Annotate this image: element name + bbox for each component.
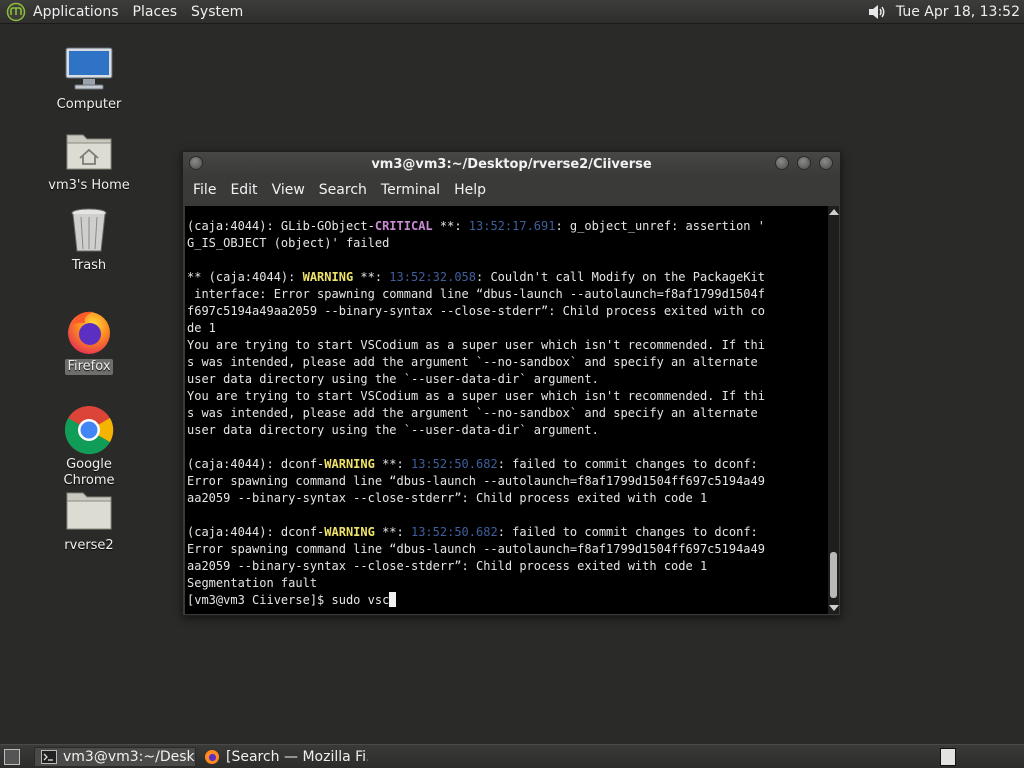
terminal-line: s was intended, please add the argument …: [187, 406, 758, 420]
minimize-button[interactable]: [775, 156, 789, 170]
close-button[interactable]: [819, 156, 833, 170]
terminal-line: de 1: [187, 321, 216, 335]
terminal-line: Error spawning command line “dbus-launch…: [187, 474, 765, 488]
menu-search[interactable]: Search: [313, 182, 375, 198]
mate-logo-icon[interactable]: [6, 2, 26, 22]
chrome-icon: [63, 404, 115, 456]
terminal-line: aa2059 --binary-syntax --close-stderr”: …: [187, 491, 708, 505]
terminal-line: G_IS_OBJECT (object)' failed: [187, 236, 390, 250]
computer-icon: [63, 44, 115, 96]
terminal-line: You are trying to start VSCodium as a su…: [187, 389, 765, 403]
terminal-line: user data directory using the `--user-da…: [187, 372, 599, 386]
desktop-icon-label: Computer: [56, 97, 122, 112]
volume-icon[interactable]: [866, 1, 888, 23]
desktop-icon-label: rverse2: [64, 538, 114, 553]
menu-edit[interactable]: Edit: [224, 182, 265, 198]
clock[interactable]: Tue Apr 18, 13:52: [896, 4, 1020, 20]
taskbar-item-firefox[interactable]: [Search — Mozilla Fi…: [198, 747, 368, 767]
menu-help[interactable]: Help: [448, 182, 494, 198]
terminal-line: aa2059 --binary-syntax --close-stderr”: …: [187, 559, 708, 573]
workspace-switcher[interactable]: [940, 747, 956, 766]
firefox-icon: [204, 749, 220, 765]
taskbar-item-label: [Search — Mozilla Fi…: [226, 748, 368, 765]
menu-view[interactable]: View: [266, 182, 313, 198]
terminal-line: (caja:4044): dconf-WARNING **: 13:52:50.…: [187, 525, 758, 539]
terminal-text: (caja:4044): GLib-GObject-CRITICAL **: 1…: [185, 206, 828, 609]
terminal-line: Error spawning command line “dbus-launch…: [187, 542, 765, 556]
terminal-line: user data directory using the `--user-da…: [187, 423, 599, 437]
desktop-icon-computer[interactable]: Computer: [39, 44, 139, 113]
terminal-line: (caja:4044): dconf-WARNING **: 13:52:50.…: [187, 457, 758, 471]
taskbar-item-terminal[interactable]: vm3@vm3:~/Deskt…: [34, 746, 196, 767]
terminal-line: interface: Error spawning command line “…: [187, 287, 765, 301]
scroll-up-arrow-icon[interactable]: [829, 209, 839, 215]
terminal-menubar: File Edit View Search Terminal Help: [183, 176, 840, 204]
terminal-icon: [41, 749, 57, 765]
terminal-cursor: [389, 592, 397, 607]
show-desktop-icon[interactable]: [4, 748, 20, 765]
desktop-icon-home[interactable]: vm3's Home: [39, 125, 139, 194]
scroll-down-arrow-icon[interactable]: [829, 605, 839, 611]
desktop-icon-rverse2[interactable]: rverse2: [39, 485, 139, 554]
terminal-line: ** (caja:4044): WARNING **: 13:52:32.058…: [187, 270, 765, 284]
home-folder-icon: [63, 125, 115, 177]
taskbar-item-label: vm3@vm3:~/Deskt…: [63, 748, 195, 765]
maximize-button[interactable]: [797, 156, 811, 170]
desktop-icon-firefox[interactable]: Firefox: [39, 306, 139, 375]
desktop-icon-label: Firefox: [65, 359, 113, 375]
trash-icon: [63, 205, 115, 257]
desktop-icon-trash[interactable]: Trash: [39, 205, 139, 274]
terminal-prompt: [vm3@vm3 Ciiverse]$: [187, 593, 332, 607]
desktop-icon-label: Trash: [71, 258, 107, 273]
places-menu[interactable]: Places: [126, 0, 185, 24]
terminal-line: (caja:4044): GLib-GObject-CRITICAL **: 1…: [187, 219, 765, 233]
menu-file[interactable]: File: [187, 182, 224, 198]
terminal-line: Segmentation fault: [187, 576, 318, 590]
scrollbar-thumb[interactable]: [830, 552, 837, 598]
terminal-line: s was intended, please add the argument …: [187, 355, 758, 369]
desktop-icon-label: vm3's Home: [48, 178, 130, 193]
top-panel: Applications Places System Tue Apr 18, 1…: [0, 0, 1024, 24]
menu-terminal[interactable]: Terminal: [375, 182, 448, 198]
terminal-output[interactable]: (caja:4044): GLib-GObject-CRITICAL **: 1…: [185, 206, 828, 614]
terminal-input[interactable]: sudo vsc: [332, 593, 390, 607]
window-menu-icon[interactable]: [189, 156, 203, 170]
window-titlebar[interactable]: vm3@vm3:~/Desktop/rverse2/Ciiverse: [183, 152, 840, 176]
top-panel-tray: Tue Apr 18, 13:52: [866, 0, 1024, 24]
terminal-scrollbar[interactable]: [828, 206, 839, 614]
terminal-line: You are trying to start VSCodium as a su…: [187, 338, 765, 352]
system-menu[interactable]: System: [184, 0, 250, 24]
terminal-window: vm3@vm3:~/Desktop/rverse2/Ciiverse File …: [182, 151, 841, 616]
applications-menu[interactable]: Applications: [26, 0, 126, 24]
desktop-icon-chrome[interactable]: Google Chrome: [39, 404, 139, 489]
firefox-icon: [63, 306, 115, 358]
folder-icon: [63, 485, 115, 537]
terminal-line: f697c5194a49aa2059 --binary-syntax --clo…: [187, 304, 765, 318]
window-title: vm3@vm3:~/Desktop/rverse2/Ciiverse: [371, 156, 652, 172]
bottom-panel: vm3@vm3:~/Deskt… [Search — Mozilla Fi…: [0, 744, 1024, 768]
